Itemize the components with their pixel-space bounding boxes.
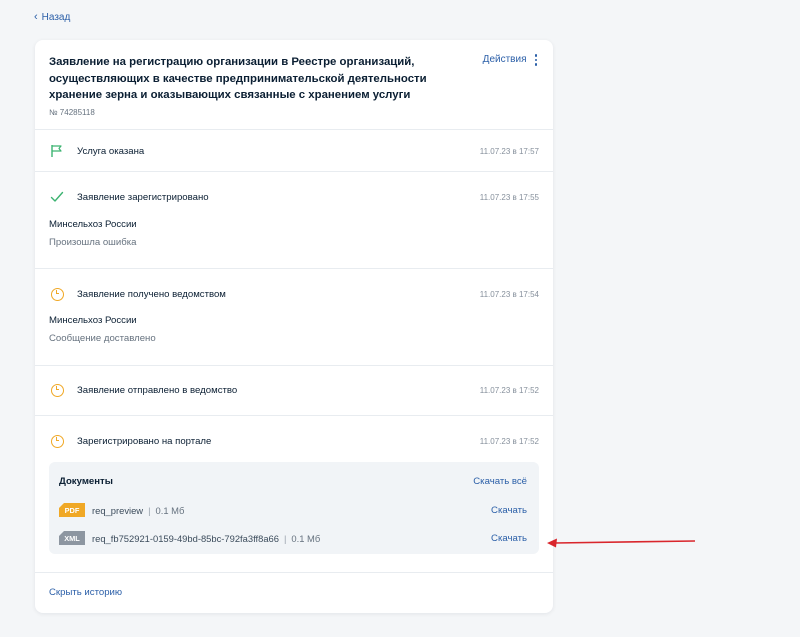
pdf-file-icon: PDF <box>59 503 85 517</box>
actions-label: Действия <box>482 54 527 66</box>
event-date: 11.07.23 в 17:52 <box>479 385 539 395</box>
clock-icon <box>49 286 65 302</box>
actions-menu-button[interactable]: Действия <box>483 54 537 66</box>
separator: | <box>148 504 151 516</box>
document-size: 0.1 Мб <box>291 532 321 544</box>
application-header: Заявление на регистрацию организации в Р… <box>35 40 553 130</box>
back-link[interactable]: ‹ Назад <box>34 11 71 24</box>
application-number: № 74285118 <box>49 107 95 117</box>
divider <box>35 572 553 573</box>
download-link[interactable]: Скачать <box>491 533 527 544</box>
application-title: Заявление на регистрацию организации в Р… <box>49 56 427 101</box>
event-label: Заявление отправлено в ведомство <box>77 384 238 396</box>
event-date: 11.07.23 в 17:52 <box>479 436 539 446</box>
annotation-arrow-icon <box>547 538 696 548</box>
document-item: XML req_fb752921-0159-49bd-85bc-792fa3ff… <box>59 531 527 545</box>
event-label: Заявление получено ведомством <box>77 288 226 300</box>
document-name: req_fb752921-0159-49bd-85bc-792fa3ff8a66 <box>92 532 279 544</box>
event-label: Услуга оказана <box>77 145 145 157</box>
event-date: 11.07.23 в 17:54 <box>479 289 539 299</box>
document-size: 0.1 Мб <box>155 504 185 516</box>
clock-icon <box>49 433 65 449</box>
history-event: Зарегистрировано на портале 11.07.23 в 1… <box>35 416 553 456</box>
history-event: Заявление отправлено в ведомство 11.07.2… <box>35 366 553 416</box>
history-event: Заявление получено ведомством 11.07.23 в… <box>35 269 553 366</box>
documents-panel: Документы Скачать всё PDF req_preview | … <box>49 462 539 554</box>
kebab-menu-icon <box>534 54 537 66</box>
event-label: Заявление зарегистрировано <box>77 191 209 203</box>
event-organization: Минсельхоз России <box>49 315 137 326</box>
event-organization: Минсельхоз России <box>49 219 137 230</box>
event-status: Сообщение доставлено <box>49 333 156 344</box>
event-status: Произошла ошибка <box>49 237 137 248</box>
back-link-label: Назад <box>41 12 71 23</box>
event-label: Зарегистрировано на портале <box>77 435 212 447</box>
history-event: Заявление зарегистрировано 11.07.23 в 17… <box>35 172 553 269</box>
event-date: 11.07.23 в 17:55 <box>479 192 539 202</box>
hide-history-link[interactable]: Скрыть историю <box>49 587 122 598</box>
chevron-left-icon: ‹ <box>34 11 38 23</box>
document-item: PDF req_preview | 0.1 Мб Скачать <box>59 503 527 517</box>
separator: | <box>283 532 287 544</box>
documents-title: Документы <box>59 476 113 487</box>
check-icon <box>49 189 65 205</box>
xml-file-icon: XML <box>59 531 85 545</box>
history-event: Услуга оказана 11.07.23 в 17:57 <box>35 130 553 172</box>
document-name: req_preview <box>92 504 144 516</box>
clock-icon <box>49 382 65 398</box>
event-date: 11.07.23 в 17:57 <box>479 146 539 156</box>
download-all-link[interactable]: Скачать всё <box>473 476 527 487</box>
download-link[interactable]: Скачать <box>491 505 527 516</box>
flag-icon <box>49 143 65 159</box>
